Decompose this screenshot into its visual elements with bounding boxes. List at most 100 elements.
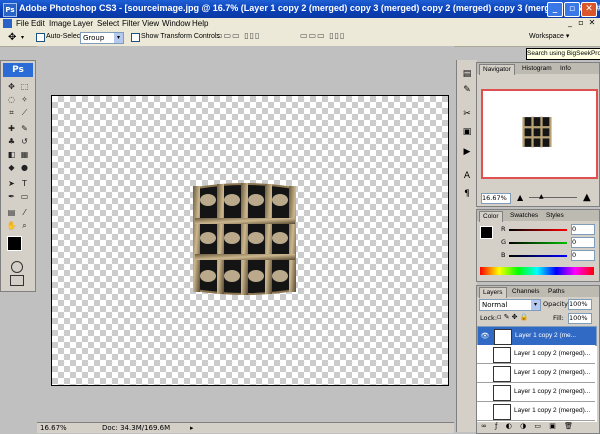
tab-info[interactable]: Info bbox=[557, 64, 574, 74]
blend-mode-dropdown[interactable]: Normal ▾ bbox=[479, 299, 541, 311]
tab-channels[interactable]: Channels bbox=[509, 287, 542, 297]
magic-wand-icon[interactable]: ✧ bbox=[19, 94, 30, 105]
doc-minimize-button[interactable]: _ bbox=[565, 18, 575, 28]
hand-tool-icon[interactable]: ✋ bbox=[6, 220, 17, 231]
color-foreground-swatch[interactable] bbox=[480, 226, 493, 239]
channel-g-value[interactable]: 0 bbox=[571, 237, 595, 248]
tab-navigator[interactable]: Navigator bbox=[479, 64, 515, 75]
eyedropper-icon[interactable]: ⁄ bbox=[19, 207, 30, 218]
color-spectrum-bar[interactable] bbox=[480, 267, 594, 275]
paragraph-panel-icon[interactable]: ¶ bbox=[461, 188, 473, 200]
navigator-zoom-field[interactable]: 16.67% bbox=[481, 193, 511, 204]
type-tool-icon[interactable]: T bbox=[19, 178, 30, 189]
healing-brush-icon[interactable]: ✚ bbox=[6, 123, 17, 134]
close-button[interactable]: ✕ bbox=[581, 2, 597, 17]
layers-footer-buttons[interactable]: ∞ ƒ ◐ ◑ ▭ ▣ 🗑 bbox=[481, 422, 576, 430]
character-panel-icon[interactable]: A bbox=[461, 170, 473, 182]
crop-tool-icon[interactable]: ⌗ bbox=[6, 107, 17, 118]
tab-histogram[interactable]: Histogram bbox=[519, 64, 555, 74]
chevron-down-icon[interactable]: ▾ bbox=[21, 34, 24, 41]
menu-help[interactable]: Help bbox=[192, 18, 208, 29]
minimize-button[interactable]: _ bbox=[547, 2, 563, 17]
tab-color[interactable]: Color bbox=[479, 211, 503, 222]
zoom-slider[interactable] bbox=[529, 197, 577, 198]
opacity-field[interactable]: 100% bbox=[568, 299, 592, 310]
channel-r-value[interactable]: 0 bbox=[571, 224, 595, 235]
brush-tool-icon[interactable]: ✎ bbox=[19, 123, 30, 134]
auto-select-dropdown[interactable]: Group ▾ bbox=[80, 32, 124, 44]
layer-comps-icon[interactable]: ✂ bbox=[461, 108, 473, 120]
menu-window[interactable]: Window bbox=[162, 18, 190, 29]
channel-r-slider[interactable] bbox=[509, 229, 567, 231]
dodge-tool-icon[interactable]: ● bbox=[19, 162, 30, 173]
clone-stamp-icon[interactable]: ♣ bbox=[6, 136, 17, 147]
layer-row[interactable]: Layer 1 copy 2 (merged)... bbox=[477, 345, 595, 364]
layer-row[interactable]: 👁 Layer 1 copy 2 (me... bbox=[477, 326, 597, 346]
blur-tool-icon[interactable]: ◆ bbox=[6, 162, 17, 173]
shape-tool-icon[interactable]: ▭ bbox=[19, 191, 30, 202]
tab-swatches[interactable]: Swatches bbox=[507, 211, 541, 221]
tab-styles[interactable]: Styles bbox=[543, 211, 567, 221]
show-transform-checkbox[interactable] bbox=[131, 33, 140, 42]
history-panel-icon[interactable]: ▣ bbox=[461, 126, 473, 138]
zoom-out-icon[interactable]: ▲ bbox=[517, 193, 523, 202]
zoom-slider-handle[interactable]: ▲ bbox=[539, 193, 544, 200]
fill-field[interactable]: 100% bbox=[568, 313, 592, 324]
foreground-color-swatch[interactable] bbox=[7, 236, 22, 251]
move-tool-icon[interactable]: ✥ bbox=[6, 81, 17, 92]
eye-icon[interactable]: 👁 bbox=[480, 331, 490, 341]
layer-row[interactable]: Layer 1 copy 2 (merged)... bbox=[477, 402, 595, 421]
eye-icon[interactable] bbox=[479, 387, 489, 397]
distribute-buttons[interactable]: ▭▭▭ ▯▯▯ bbox=[300, 31, 360, 43]
menu-select[interactable]: Select bbox=[97, 18, 119, 29]
auto-select-checkbox[interactable] bbox=[36, 33, 45, 42]
history-brush-icon[interactable]: ↺ bbox=[19, 136, 30, 147]
lock-icons[interactable]: ▫✎✥🔒 bbox=[497, 313, 530, 321]
layer-row[interactable]: Layer 1 copy 2 (merged)... bbox=[477, 364, 595, 383]
actions-panel-icon[interactable]: ▶ bbox=[461, 146, 473, 158]
menu-file[interactable]: File bbox=[16, 18, 29, 29]
navigator-panel: Navigator Histogram Info 16.67% ▲ ▲ ▲ bbox=[476, 62, 600, 207]
path-selection-icon[interactable]: ➤ bbox=[6, 178, 17, 189]
eye-icon[interactable] bbox=[479, 349, 489, 359]
quick-mask-icon[interactable] bbox=[11, 261, 23, 273]
document-icon[interactable] bbox=[3, 19, 12, 28]
marquee-tool-icon[interactable]: ⬚ bbox=[19, 81, 30, 92]
chevron-down-icon: ▾ bbox=[565, 33, 570, 40]
channel-b-value[interactable]: 0 bbox=[571, 250, 595, 261]
app-icon: Ps bbox=[3, 3, 17, 17]
zoom-tool-icon[interactable]: ⌕ bbox=[19, 220, 30, 231]
layers-tabs: Layers Channels Paths bbox=[477, 286, 599, 298]
tooltip: Search using BigSeekPro bbox=[526, 48, 600, 60]
tab-paths[interactable]: Paths bbox=[545, 287, 568, 297]
gradient-tool-icon[interactable]: ▦ bbox=[19, 149, 30, 160]
menu-layer[interactable]: Layer bbox=[73, 18, 93, 29]
channel-g-slider[interactable] bbox=[509, 242, 567, 244]
navigator-preview[interactable] bbox=[481, 89, 598, 179]
tool-presets-icon[interactable]: ✎ bbox=[461, 84, 473, 96]
doc-restore-button[interactable]: ▫ bbox=[576, 18, 586, 28]
channel-b-slider[interactable] bbox=[509, 255, 567, 257]
eye-icon[interactable] bbox=[479, 368, 489, 378]
workspace-button[interactable]: Workspace ▾ bbox=[529, 31, 581, 42]
move-tool-icon[interactable]: ✥ bbox=[8, 32, 16, 43]
slice-tool-icon[interactable]: ⟋ bbox=[19, 107, 30, 118]
zoom-in-icon[interactable]: ▲ bbox=[583, 192, 591, 203]
menu-edit[interactable]: Edit bbox=[31, 18, 45, 29]
lasso-tool-icon[interactable]: ◌ bbox=[6, 94, 17, 105]
pen-tool-icon[interactable]: ✒ bbox=[6, 191, 17, 202]
menu-filter[interactable]: Filter bbox=[122, 18, 140, 29]
align-buttons[interactable]: ▭▭▭ ▯▯▯ bbox=[215, 31, 295, 43]
layer-row[interactable]: Layer 1 copy 2 (merged)... bbox=[477, 383, 595, 402]
notes-tool-icon[interactable]: ▤ bbox=[6, 207, 17, 218]
eraser-tool-icon[interactable]: ◧ bbox=[6, 149, 17, 160]
tab-layers[interactable]: Layers bbox=[479, 287, 507, 298]
eye-icon[interactable] bbox=[479, 406, 489, 416]
menu-image[interactable]: Image bbox=[49, 18, 71, 29]
brushes-panel-icon[interactable]: ▤ bbox=[461, 68, 473, 80]
maximize-button[interactable]: ▫ bbox=[564, 2, 580, 17]
screen-mode-icon[interactable] bbox=[10, 275, 24, 286]
doc-close-button[interactable]: ✕ bbox=[587, 18, 597, 28]
layer-name: Layer 1 copy 2 (merged)... bbox=[514, 369, 591, 376]
menu-view[interactable]: View bbox=[142, 18, 159, 29]
